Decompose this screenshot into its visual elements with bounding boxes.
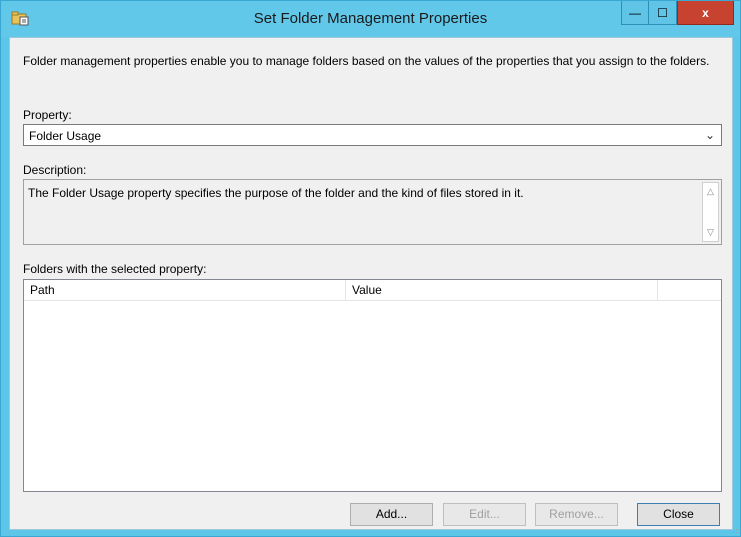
- chevron-down-icon[interactable]: ⌄: [705, 128, 715, 142]
- scroll-down-icon[interactable]: ▽: [703, 224, 718, 241]
- description-text: The Folder Usage property specifies the …: [28, 186, 524, 200]
- resize-grip-icon[interactable]: [730, 526, 738, 534]
- description-box[interactable]: The Folder Usage property specifies the …: [23, 179, 722, 245]
- property-dropdown[interactable]: Folder Usage ⌄: [23, 124, 722, 146]
- intro-text: Folder management properties enable you …: [23, 54, 710, 68]
- close-icon: x: [702, 5, 709, 20]
- property-selected-value: Folder Usage: [29, 129, 102, 143]
- description-label: Description:: [23, 163, 87, 177]
- dialog-window: Set Folder Management Properties — ☐ x F…: [0, 0, 741, 537]
- maximize-button[interactable]: ☐: [649, 1, 677, 25]
- list-header: Path Value: [24, 280, 721, 301]
- remove-button[interactable]: Remove...: [535, 503, 618, 526]
- folders-list[interactable]: Path Value: [23, 279, 722, 492]
- column-header-path[interactable]: Path: [24, 280, 346, 300]
- folders-label: Folders with the selected property:: [23, 262, 207, 276]
- column-header-filler: [658, 280, 721, 300]
- column-header-value[interactable]: Value: [346, 280, 658, 300]
- maximize-icon: ☐: [657, 5, 668, 20]
- title-bar[interactable]: Set Folder Management Properties — ☐ x: [1, 1, 740, 37]
- scroll-up-icon[interactable]: △: [703, 183, 718, 200]
- close-window-button[interactable]: x: [677, 1, 734, 25]
- add-button[interactable]: Add...: [350, 503, 433, 526]
- minimize-button[interactable]: —: [621, 1, 649, 25]
- close-button[interactable]: Close: [637, 503, 720, 526]
- minimize-icon: —: [629, 5, 641, 20]
- edit-button[interactable]: Edit...: [443, 503, 526, 526]
- description-scrollbar[interactable]: △ ▽: [702, 182, 719, 242]
- property-label: Property:: [23, 108, 72, 122]
